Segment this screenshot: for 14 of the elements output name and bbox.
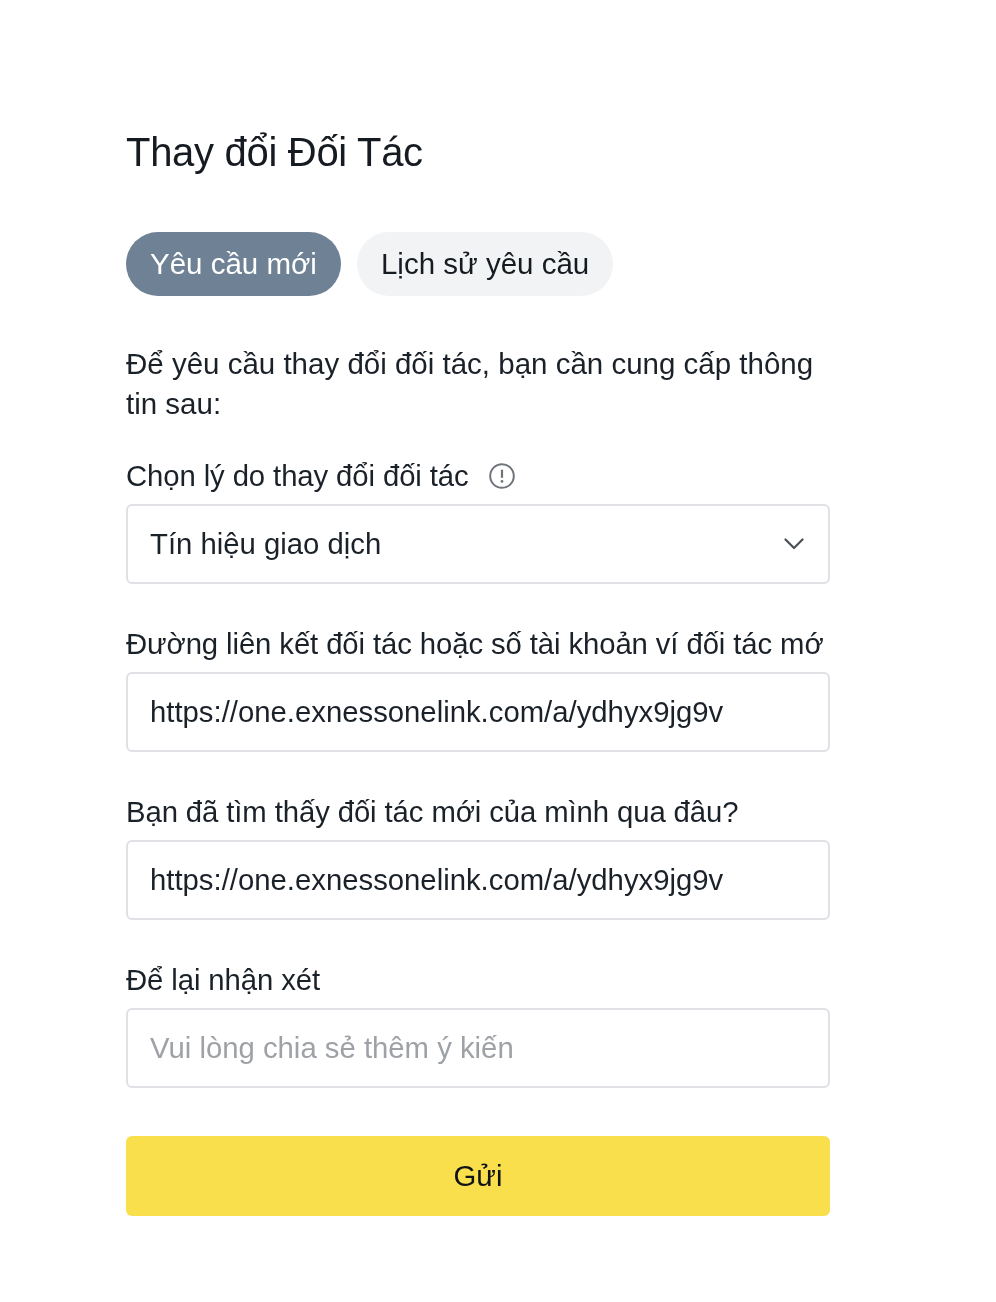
text-input[interactable]: https://one.exnessonelink.com/a/ydhyx9jg9v: [126, 840, 830, 920]
tab[interactable]: Lịch sử yêu cầu: [356, 232, 614, 296]
chevron-down-icon: [784, 538, 804, 550]
field-label: Đường liên kết đối tác hoặc số tài khoản ví đối tác mớ: [126, 626, 824, 662]
field-label: Chọn lý do thay đổi đối tác: [126, 458, 469, 494]
field-label: Để lại nhận xét: [126, 962, 320, 998]
intro-text: Để yêu cầu thay đổi đối tác, bạn cần cung cấp thông tin sau:: [126, 346, 815, 422]
field-label: Bạn đã tìm thấy đối tác mới của mình qua đâu?: [126, 794, 739, 830]
tab[interactable]: Yêu cầu mới: [126, 232, 341, 296]
page-title: Thay đổi Đối Tác: [126, 129, 424, 176]
text-input[interactable]: https://one.exnessonelink.com/a/ydhyx9jg9v: [126, 672, 830, 752]
text-input[interactable]: Vui lòng chia sẻ thêm ý kiến: [126, 1008, 830, 1088]
reason-select[interactable]: Tín hiệu giao dịch: [126, 504, 830, 584]
submit-button[interactable]: Gửi: [126, 1136, 830, 1216]
